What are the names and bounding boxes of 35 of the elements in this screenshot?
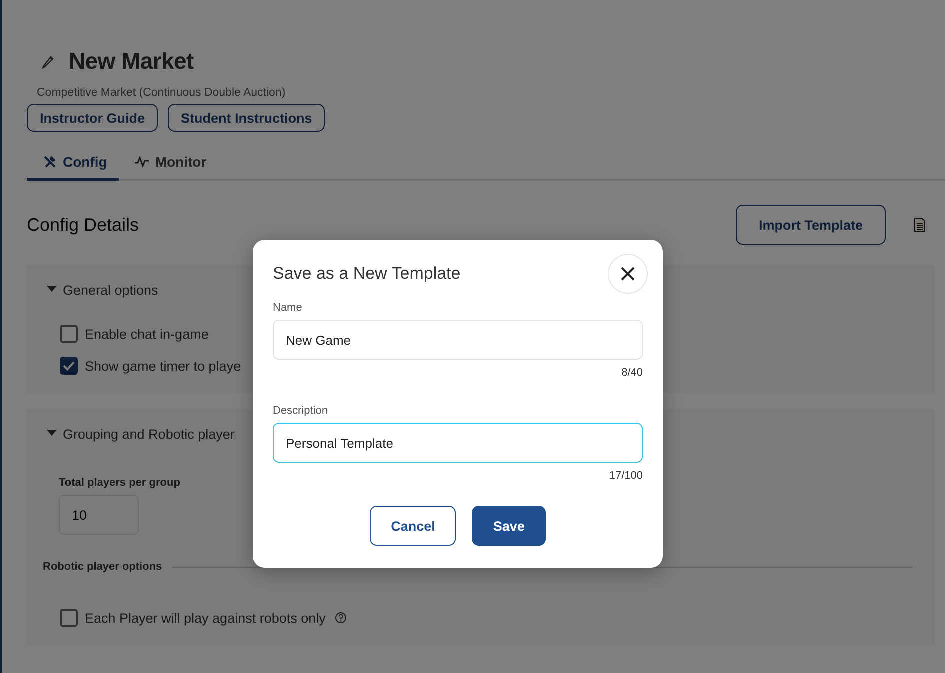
subtitle: Competitive Market (Continuous Double Auction) [37, 87, 287, 99]
character-counter: 8/40 [620, 367, 643, 379]
import-button[interactable]: Import Template [736, 205, 886, 245]
guide-button[interactable]: Student Instructions [168, 104, 326, 132]
checkbox[interactable] [60, 609, 78, 627]
checkbox-label: Enable chat in-game [85, 326, 209, 342]
text-field[interactable]: Personal Template [273, 423, 643, 463]
field-label: Total players per group [59, 477, 182, 489]
page-title: New Market [69, 48, 194, 75]
character-counter: 17/100 [608, 470, 643, 482]
checkbox[interactable] [60, 357, 78, 375]
save-button[interactable]: Save [472, 506, 546, 546]
checkbox-label: Each Player will play against robots only [85, 610, 326, 626]
tab[interactable]: Config [27, 146, 120, 181]
panel-title[interactable]: Grouping and Robotic player [63, 426, 235, 442]
close-button[interactable] [608, 254, 648, 294]
pencil-icon [41, 54, 55, 68]
text-field[interactable]: New Game [273, 320, 643, 360]
field-label: Description [273, 405, 330, 417]
checkbox-label: Show game timer to playe [85, 358, 242, 374]
tab[interactable]: Monitor [119, 146, 219, 181]
guide-button[interactable]: Instructor Guide [27, 104, 158, 132]
document-icon [912, 217, 926, 233]
checkbox[interactable] [60, 325, 78, 343]
pulse-icon [135, 155, 150, 169]
cancel-button[interactable]: Cancel [370, 506, 456, 546]
tools-icon [43, 155, 57, 169]
dialog-title: Save as a New Template [273, 264, 461, 284]
field-label: Name [273, 302, 304, 314]
panel-title[interactable]: General options [63, 282, 158, 298]
number-field[interactable]: 10 [59, 495, 139, 535]
group-heading: Robotic player options [43, 561, 162, 573]
section-title: Config Details [27, 214, 140, 236]
close-icon [620, 266, 636, 282]
checkmark-icon [63, 361, 75, 371]
